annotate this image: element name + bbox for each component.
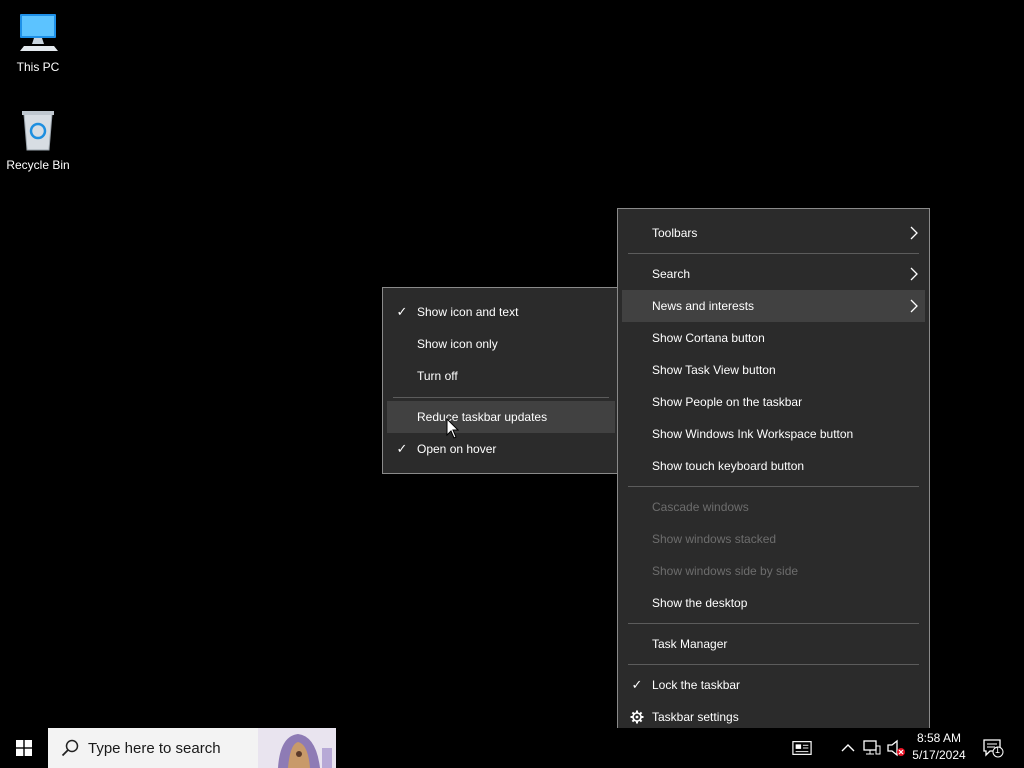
menu-separator <box>628 664 919 665</box>
volume-muted-icon[interactable] <box>886 738 906 758</box>
windows-logo-icon <box>16 740 32 756</box>
network-icon[interactable] <box>862 738 882 758</box>
taskbar: Type here to search 8:58 AM 5/17/2024 1 <box>0 728 1024 768</box>
desktop: This PC Recycle Bin ✓ Show icon and text… <box>0 0 1024 768</box>
menu-item-label: Show icon and text <box>417 305 519 319</box>
menu-separator <box>628 253 919 254</box>
menu-item-label: Show windows side by side <box>652 564 799 578</box>
search-icon <box>61 739 79 757</box>
menu-item-news-and-interests[interactable]: News and interests <box>622 290 925 322</box>
notification-count-badge: 1 <box>995 745 1001 755</box>
menu-item-label: Show touch keyboard button <box>652 459 805 473</box>
desktop-icon-recycle-bin[interactable]: Recycle Bin <box>0 106 76 172</box>
desktop-icon-label: This PC <box>16 60 60 74</box>
menu-item-show-people[interactable]: Show People on the taskbar <box>622 386 925 418</box>
menu-item-show-task-view-button[interactable]: Show Task View button <box>622 354 925 386</box>
search-highlight-illustration-icon <box>258 728 336 768</box>
menu-item-toolbars[interactable]: Toolbars <box>622 217 925 249</box>
menu-item-label: Reduce taskbar updates <box>417 410 548 424</box>
menu-item-show-windows-ink[interactable]: Show Windows Ink Workspace button <box>622 418 925 450</box>
menu-item-label: Show Windows Ink Workspace button <box>652 427 854 441</box>
submenu-item-turn-off[interactable]: Turn off <box>387 360 615 392</box>
menu-item-label: Show the desktop <box>652 596 748 610</box>
chevron-right-icon <box>910 299 918 313</box>
news-and-interests-icon[interactable] <box>792 738 812 758</box>
menu-item-show-windows-stacked: Show windows stacked <box>622 523 925 555</box>
submenu-item-open-on-hover[interactable]: ✓ Open on hover <box>387 433 615 465</box>
menu-item-label: Task Manager <box>652 637 728 651</box>
chevron-right-icon <box>910 226 918 240</box>
menu-item-label: Show windows stacked <box>652 532 777 546</box>
clock-time: 8:58 AM <box>916 731 962 745</box>
menu-item-label: Cascade windows <box>652 500 749 514</box>
checkmark-icon: ✓ <box>396 304 408 319</box>
taskbar-clock[interactable]: 8:58 AM 5/17/2024 <box>906 730 972 764</box>
desktop-icon-this-pc[interactable]: This PC <box>0 8 76 74</box>
clock-date: 5/17/2024 <box>912 748 966 762</box>
menu-item-cascade-windows: Cascade windows <box>622 491 925 523</box>
menu-separator <box>628 486 919 487</box>
search-placeholder: Type here to search <box>88 740 221 757</box>
chevron-up-icon[interactable] <box>838 738 858 758</box>
computer-icon <box>20 14 58 51</box>
menu-item-label: Search <box>652 267 691 281</box>
menu-item-label: Lock the taskbar <box>652 678 741 692</box>
menu-item-show-touch-keyboard[interactable]: Show touch keyboard button <box>622 450 925 482</box>
mouse-cursor-icon <box>446 418 460 439</box>
menu-item-label: Show Cortana button <box>652 331 765 345</box>
notification-icon <box>983 739 1004 758</box>
menu-item-show-cortana-button[interactable]: Show Cortana button <box>622 322 925 354</box>
menu-item-label: News and interests <box>652 299 755 313</box>
menu-item-label: Show People on the taskbar <box>652 395 803 409</box>
menu-item-task-manager[interactable]: Task Manager <box>622 628 925 660</box>
menu-item-show-windows-side-by-side: Show windows side by side <box>622 555 925 587</box>
submenu-item-show-icon-only[interactable]: Show icon only <box>387 328 615 360</box>
menu-item-label: Taskbar settings <box>652 710 739 724</box>
desktop-icon-label: Recycle Bin <box>6 158 70 172</box>
menu-item-label: Toolbars <box>652 226 698 240</box>
recycle-bin-icon <box>22 111 54 151</box>
taskbar-context-menu: Toolbars Search News and interests Show … <box>617 208 930 741</box>
start-button[interactable] <box>0 728 48 768</box>
submenu-item-show-icon-and-text[interactable]: ✓ Show icon and text <box>387 296 615 328</box>
action-center-button[interactable]: 1 <box>982 738 1004 758</box>
gear-icon <box>630 710 644 724</box>
menu-item-lock-the-taskbar[interactable]: ✓ Lock the taskbar <box>622 669 925 701</box>
menu-separator <box>393 397 609 398</box>
menu-item-show-the-desktop[interactable]: Show the desktop <box>622 587 925 619</box>
menu-item-label: Turn off <box>417 369 458 383</box>
checkmark-icon: ✓ <box>396 441 408 456</box>
checkmark-icon: ✓ <box>631 677 643 692</box>
menu-item-search[interactable]: Search <box>622 258 925 290</box>
menu-item-label: Open on hover <box>417 442 497 456</box>
taskbar-search-box[interactable]: Type here to search <box>48 728 336 768</box>
news-and-interests-submenu: ✓ Show icon and text Show icon only Turn… <box>382 287 620 474</box>
chevron-right-icon <box>910 267 918 281</box>
menu-item-label: Show icon only <box>417 337 498 351</box>
menu-separator <box>628 623 919 624</box>
submenu-item-reduce-taskbar-updates[interactable]: Reduce taskbar updates <box>387 401 615 433</box>
menu-item-label: Show Task View button <box>652 363 776 377</box>
